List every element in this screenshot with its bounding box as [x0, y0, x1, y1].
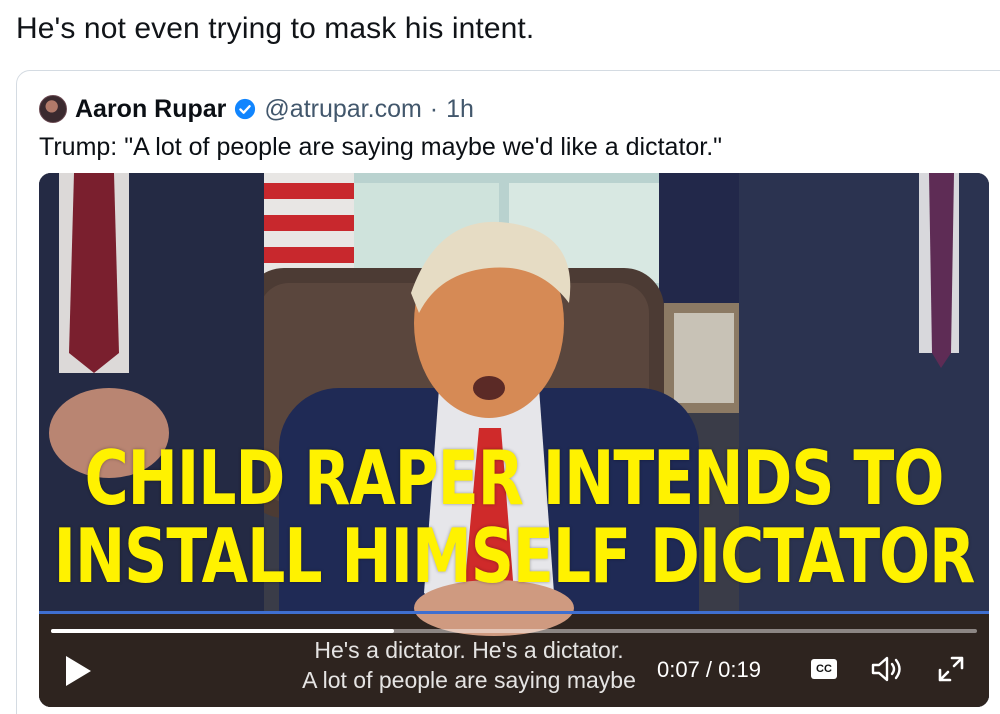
avatar[interactable]: [39, 95, 67, 123]
captions-button[interactable]: CC: [811, 659, 837, 679]
subtitle-line1: He's a dictator. He's a dictator.: [314, 637, 624, 663]
seek-bar-progress: [51, 629, 394, 633]
quoted-post-header: Aaron Rupar @atrupar.com · 1h: [39, 93, 474, 125]
author-name[interactable]: Aaron Rupar: [75, 95, 226, 124]
overlay-caption-line1: CHILD RAPER INTENDS TO: [84, 435, 945, 523]
seek-bar[interactable]: [51, 629, 977, 633]
quoted-post-card[interactable]: Aaron Rupar @atrupar.com · 1h Trump: "A …: [16, 70, 1000, 714]
fullscreen-icon[interactable]: [937, 655, 965, 683]
verified-badge-icon: [235, 98, 256, 120]
play-icon[interactable]: [63, 654, 93, 688]
separator-dot: ·: [429, 94, 439, 123]
post-timestamp[interactable]: 1h: [446, 95, 474, 124]
post-text: He's not even trying to mask his intent.: [16, 12, 535, 45]
time-display: 0:07 / 0:19: [657, 657, 761, 682]
player-focus-outline: [39, 611, 989, 614]
subtitle-line2: A lot of people are saying maybe: [302, 667, 636, 693]
overlay-caption-line2: INSTALL HIMSELF DICTATOR: [53, 513, 976, 601]
volume-icon[interactable]: [871, 655, 905, 683]
author-handle[interactable]: @atrupar.com: [264, 95, 421, 124]
video-player[interactable]: CHILD RAPER INTENDS TO INSTALL HIMSELF D…: [39, 173, 989, 707]
quoted-post-text: Trump: "A lot of people are saying maybe…: [39, 133, 723, 161]
